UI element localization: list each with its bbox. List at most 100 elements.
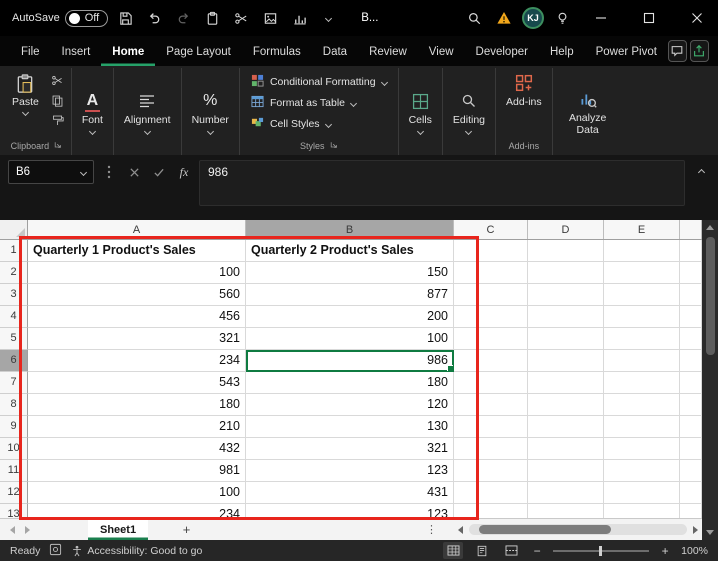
cell-F11[interactable] — [680, 460, 702, 482]
row-header-5[interactable]: 5 — [0, 328, 28, 350]
cell-B11[interactable]: 123 — [246, 460, 454, 482]
cell-styles-button[interactable]: Cell Styles — [246, 115, 336, 133]
cell-E9[interactable] — [604, 416, 680, 438]
cell-A10[interactable]: 432 — [28, 438, 246, 460]
mini-copy-icon[interactable] — [49, 92, 67, 108]
cell-D13[interactable] — [528, 504, 604, 518]
horizontal-scrollbar[interactable] — [469, 524, 687, 535]
cell-B2[interactable]: 150 — [246, 262, 454, 284]
warning-icon[interactable] — [492, 6, 516, 30]
cell-C4[interactable] — [454, 306, 528, 328]
cell-B3[interactable]: 877 — [246, 284, 454, 306]
column-header-D[interactable]: D — [528, 220, 604, 239]
cell-D11[interactable] — [528, 460, 604, 482]
mini-cut-icon[interactable] — [49, 72, 67, 88]
cell-B1[interactable]: Quarterly 2 Product's Sales — [246, 240, 454, 262]
cancel-icon[interactable] — [124, 160, 144, 184]
column-header-E[interactable]: E — [604, 220, 680, 239]
cell-B5[interactable]: 100 — [246, 328, 454, 350]
enter-icon[interactable] — [149, 160, 169, 184]
tab-home[interactable]: Home — [101, 39, 155, 66]
autosave-toggle[interactable]: Off — [65, 10, 108, 27]
cell-E11[interactable] — [604, 460, 680, 482]
tab-review[interactable]: Review — [358, 39, 418, 66]
cell-C9[interactable] — [454, 416, 528, 438]
cell-E12[interactable] — [604, 482, 680, 504]
row-header-8[interactable]: 8 — [0, 394, 28, 416]
cell-D5[interactable] — [528, 328, 604, 350]
format-painter-icon[interactable] — [49, 112, 67, 128]
cell-C12[interactable] — [454, 482, 528, 504]
tab-insert[interactable]: Insert — [51, 39, 102, 66]
vertical-scrollbar[interactable] — [702, 220, 718, 540]
cell-D8[interactable] — [528, 394, 604, 416]
search-icon[interactable] — [462, 6, 486, 30]
cell-C11[interactable] — [454, 460, 528, 482]
cell-A1[interactable]: Quarterly 1 Product's Sales — [28, 240, 246, 262]
tab-data[interactable]: Data — [312, 39, 358, 66]
zoom-out-button[interactable]: − — [530, 544, 544, 558]
cell-E6[interactable] — [604, 350, 680, 372]
cell-A7[interactable]: 543 — [28, 372, 246, 394]
alignment-button[interactable]: Alignment — [118, 87, 177, 136]
tab-power-pivot[interactable]: Power Pivot — [585, 39, 668, 66]
zoom-slider-knob[interactable] — [599, 546, 602, 556]
cell-F12[interactable] — [680, 482, 702, 504]
cell-C6[interactable] — [454, 350, 528, 372]
row-header-2[interactable]: 2 — [0, 262, 28, 284]
cell-F2[interactable] — [680, 262, 702, 284]
cell-E1[interactable] — [604, 240, 680, 262]
cell-C7[interactable] — [454, 372, 528, 394]
cell-F3[interactable] — [680, 284, 702, 306]
vertical-scrollbar-thumb[interactable] — [706, 237, 715, 355]
cell-F4[interactable] — [680, 306, 702, 328]
undo-icon[interactable] — [142, 6, 166, 30]
column-header-A[interactable]: A — [28, 220, 246, 239]
picture-icon[interactable] — [258, 6, 282, 30]
cell-A4[interactable]: 456 — [28, 306, 246, 328]
chart-icon[interactable] — [287, 6, 311, 30]
cell-C2[interactable] — [454, 262, 528, 284]
tab-page-layout[interactable]: Page Layout — [155, 39, 242, 66]
clipboard-dialog-launcher-icon[interactable] — [54, 141, 62, 151]
tab-help[interactable]: Help — [539, 39, 585, 66]
cell-B8[interactable]: 120 — [246, 394, 454, 416]
lightbulb-icon[interactable] — [550, 6, 574, 30]
scroll-left-icon[interactable] — [458, 526, 463, 534]
cell-F9[interactable] — [680, 416, 702, 438]
horizontal-scrollbar-thumb[interactable] — [479, 525, 611, 534]
number-button[interactable]: % Number — [186, 87, 235, 136]
quick-access-caret-icon[interactable] — [316, 6, 340, 30]
cell-E10[interactable] — [604, 438, 680, 460]
cell-F5[interactable] — [680, 328, 702, 350]
cell-F6[interactable] — [680, 350, 702, 372]
row-header-10[interactable]: 10 — [0, 438, 28, 460]
cell-F10[interactable] — [680, 438, 702, 460]
cell-E13[interactable] — [604, 504, 680, 518]
cell-B10[interactable]: 321 — [246, 438, 454, 460]
cell-B7[interactable]: 180 — [246, 372, 454, 394]
cell-D4[interactable] — [528, 306, 604, 328]
name-box[interactable]: B6 — [8, 160, 94, 184]
sheet-nav-arrows[interactable] — [0, 526, 40, 534]
tabbar-more-icon[interactable]: ⋮ — [426, 523, 452, 536]
font-button[interactable]: A Font — [76, 87, 109, 136]
cell-A5[interactable]: 321 — [28, 328, 246, 350]
clipboard-icon[interactable] — [200, 6, 224, 30]
formula-input[interactable]: 986 — [199, 160, 685, 206]
close-button[interactable] — [676, 0, 718, 36]
tab-file[interactable]: File — [10, 39, 51, 66]
row-header-1[interactable]: 1 — [0, 240, 28, 262]
cell-E7[interactable] — [604, 372, 680, 394]
cell-F7[interactable] — [680, 372, 702, 394]
scroll-right-icon[interactable] — [693, 526, 698, 534]
comments-button[interactable] — [668, 40, 687, 62]
cell-D12[interactable] — [528, 482, 604, 504]
share-button[interactable] — [690, 40, 709, 62]
cell-A3[interactable]: 560 — [28, 284, 246, 306]
cell-B13[interactable]: 123 — [246, 504, 454, 518]
row-header-6[interactable]: 6 — [0, 350, 28, 372]
addins-button[interactable]: Add-ins — [500, 69, 548, 111]
macro-record-icon[interactable] — [49, 543, 62, 559]
formula-bar-collapse-icon[interactable] — [690, 160, 712, 184]
